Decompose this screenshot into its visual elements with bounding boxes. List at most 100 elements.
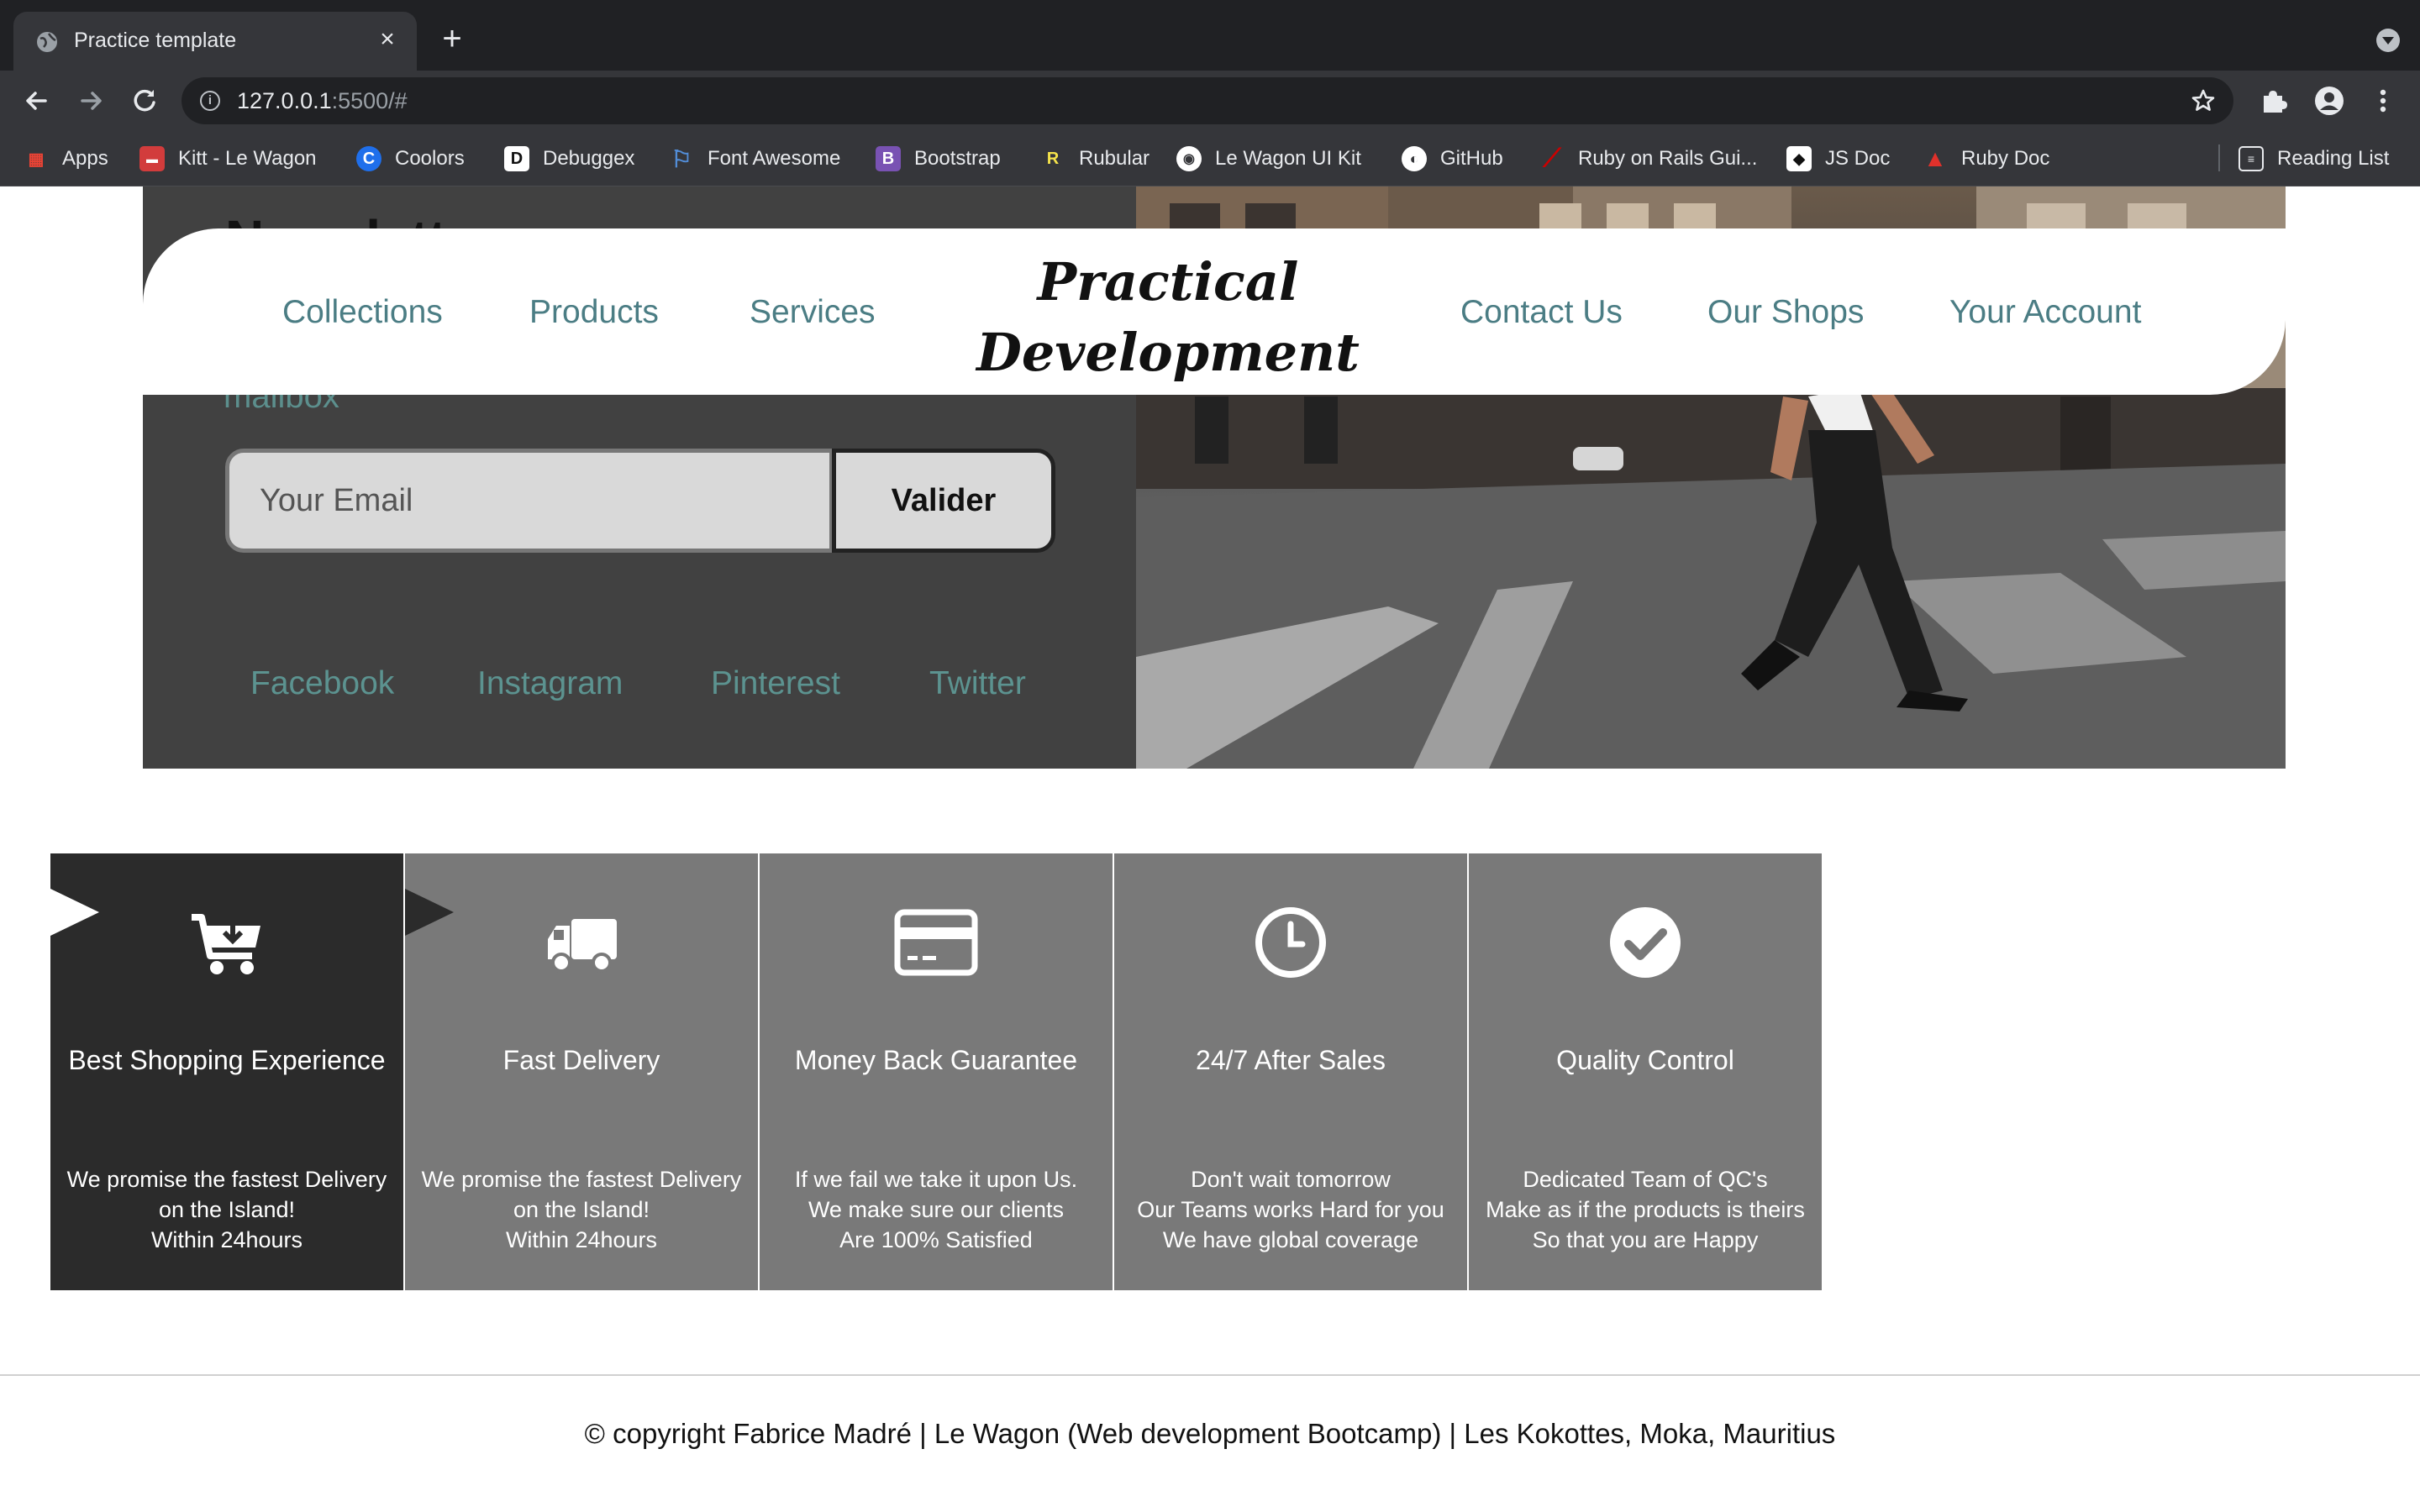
profile-icon[interactable] xyxy=(2314,86,2344,116)
bookmark-ruby-on-rails[interactable]: ⟋ Ruby on Rails Gui... xyxy=(1539,144,1758,173)
browser-tab-strip: Practice template × + xyxy=(0,0,2420,71)
nav-collections-link[interactable]: Collections xyxy=(282,294,443,331)
bookmark-label: Le Wagon UI Kit xyxy=(1215,147,1361,170)
rubular-icon: R xyxy=(1046,149,1060,168)
facebook-link[interactable]: Facebook xyxy=(250,665,394,702)
feature-line: We promise the fastest Delivery xyxy=(66,1167,387,1192)
bookmarks-bar: ▦ Apps ▬ Kitt - Le Wagon C Coolors D Debugge… xyxy=(0,131,2420,186)
url-text: 127.0.0.1:5500/# xyxy=(237,88,408,114)
truck-icon xyxy=(548,919,617,973)
url-host: 127.0.0.1 xyxy=(237,88,332,113)
back-arrow-icon[interactable] xyxy=(18,82,55,119)
feature-line: Don't wait tomorrow xyxy=(1191,1167,1391,1192)
feature-card-shopping: Best Shopping Experience We promise the … xyxy=(50,853,403,1290)
feature-line: Make as if the products is theirs xyxy=(1486,1197,1805,1222)
bookmark-label: Ruby on Rails Gui... xyxy=(1578,147,1758,170)
bookmark-label: Coolors xyxy=(395,147,465,170)
flag-marker xyxy=(405,889,454,936)
feature-line: Our Teams works Hard for you xyxy=(1137,1197,1444,1222)
font-awesome-flag-icon: ⚐ xyxy=(671,145,692,172)
bookmark-coolors[interactable]: C Coolors xyxy=(356,144,465,173)
feature-line: We have global coverage xyxy=(1162,1227,1419,1252)
footer-copyright: © copyright Fabrice Madré | Le Wagon (We… xyxy=(584,1418,1836,1449)
kebab-menu-icon[interactable] xyxy=(2368,86,2398,116)
feature-title: Best Shopping Experience xyxy=(68,1045,386,1075)
nav-products-link[interactable]: Products xyxy=(529,294,659,331)
bookmark-label: Apps xyxy=(62,147,108,170)
brand-line-2: Development xyxy=(976,322,1360,383)
browser-toolbar: i 127.0.0.1:5500/# xyxy=(0,71,2420,131)
nav-contact-link[interactable]: Contact Us xyxy=(1460,294,1623,331)
star-icon[interactable] xyxy=(2190,87,2217,114)
apps-grid-icon: ▦ xyxy=(28,150,45,169)
twitter-link[interactable]: Twitter xyxy=(929,665,1026,702)
feature-line: Within 24hours xyxy=(505,1227,658,1252)
bookmark-debuggex[interactable]: D Debuggex xyxy=(504,144,634,173)
bookmark-ruby-doc[interactable]: ▲ Ruby Doc xyxy=(1923,144,2049,173)
reading-list-button[interactable]: ≡ Reading List xyxy=(2238,144,2389,173)
bookmark-label: Kitt - Le Wagon xyxy=(178,147,317,170)
rails-icon: ⟋ xyxy=(1543,144,1561,172)
bookmark-github[interactable]: ◐ GitHub xyxy=(1402,144,1503,173)
feature-line: on the Island! xyxy=(513,1197,650,1222)
clock-icon xyxy=(1255,907,1326,978)
nav-services-link[interactable]: Services xyxy=(750,294,876,331)
feature-description: Dedicated Team of QC's Make as if the pr… xyxy=(1469,1164,1822,1255)
feature-card-money-back: Money Back Guarantee If we fail we take … xyxy=(760,853,1113,1290)
bookmark-le-wagon-ui-kit[interactable]: ◉ Le Wagon UI Kit xyxy=(1176,144,1361,173)
close-tab-icon[interactable]: × xyxy=(373,25,402,54)
bookmark-font-awesome[interactable]: ⚐ Font Awesome xyxy=(669,144,840,173)
bookmark-label: Font Awesome xyxy=(708,147,841,170)
brand-line-1: Practical xyxy=(1037,251,1299,312)
bookmark-js-doc[interactable]: ◆ JS Doc xyxy=(1786,144,1890,173)
valider-button[interactable]: Valider xyxy=(832,449,1055,553)
brand-logo[interactable]: Practical Development xyxy=(966,247,1370,388)
feature-line: If we fail we take it upon Us. xyxy=(794,1167,1078,1192)
reload-icon[interactable] xyxy=(126,82,163,119)
feature-description: We promise the fastest Delivery on the I… xyxy=(405,1164,758,1255)
tab-search-icon[interactable] xyxy=(2376,29,2400,52)
pinterest-link[interactable]: Pinterest xyxy=(711,665,840,702)
bookmark-apps[interactable]: ▦ Apps xyxy=(24,144,108,173)
feature-title: 24/7 After Sales xyxy=(1196,1045,1386,1075)
address-bar[interactable]: i 127.0.0.1:5500/# xyxy=(182,77,2233,124)
feature-title: Money Back Guarantee xyxy=(794,1045,1078,1075)
feature-card-delivery: Fast Delivery We promise the fastest Del… xyxy=(405,853,758,1290)
bootstrap-icon: B xyxy=(876,146,901,171)
tab-title: Practice template xyxy=(74,29,237,52)
extensions-icon[interactable] xyxy=(2259,86,2289,116)
feature-card-quality: Quality Control Dedicated Team of QC's M… xyxy=(1469,853,1822,1290)
main-navbar: Collections Products Services Practical … xyxy=(143,228,2286,395)
le-wagon-ui-kit-icon: ◉ xyxy=(1176,146,1202,171)
nav-shops-link[interactable]: Our Shops xyxy=(1707,294,1864,331)
site-info-icon[interactable]: i xyxy=(200,91,220,111)
github-icon: ◐ xyxy=(1402,146,1427,171)
feature-line: We promise the fastest Delivery xyxy=(421,1167,742,1192)
feature-line: Are 100% Satisfied xyxy=(839,1227,1033,1252)
bookmark-label: Rubular xyxy=(1079,147,1150,170)
nav-account-link[interactable]: Your Account xyxy=(1949,294,2141,331)
debuggex-icon: D xyxy=(504,146,529,171)
features-row: Best Shopping Experience We promise the … xyxy=(50,853,1822,1290)
globe-icon xyxy=(37,32,57,52)
footer-divider xyxy=(0,1374,2420,1376)
email-input[interactable] xyxy=(225,449,834,553)
bookmark-label: Ruby Doc xyxy=(1961,147,2050,170)
new-tab-icon[interactable]: + xyxy=(437,22,467,55)
feature-description: Don't wait tomorrow Our Teams works Hard… xyxy=(1114,1164,1467,1255)
instagram-link[interactable]: Instagram xyxy=(477,665,623,702)
forward-arrow-icon[interactable] xyxy=(72,82,109,119)
reading-list-icon: ≡ xyxy=(2238,146,2264,171)
url-path: :5500/# xyxy=(331,88,408,113)
bookmark-bootstrap[interactable]: B Bootstrap xyxy=(876,144,1001,173)
bookmark-rubular[interactable]: R Rubular xyxy=(1040,144,1150,173)
feature-description: We promise the fastest Delivery on the I… xyxy=(50,1164,403,1255)
bookmark-kitt-le-wagon[interactable]: ▬ Kitt - Le Wagon xyxy=(139,144,317,173)
check-circle-icon xyxy=(1610,907,1681,978)
cart-download-icon xyxy=(192,914,260,974)
browser-tab[interactable]: Practice template × xyxy=(13,12,417,71)
feature-line: Dedicated Team of QC's xyxy=(1523,1167,1768,1192)
flag-marker xyxy=(50,889,99,936)
feature-line: on the Island! xyxy=(158,1197,296,1222)
feature-line: We make sure our clients xyxy=(808,1197,1065,1222)
